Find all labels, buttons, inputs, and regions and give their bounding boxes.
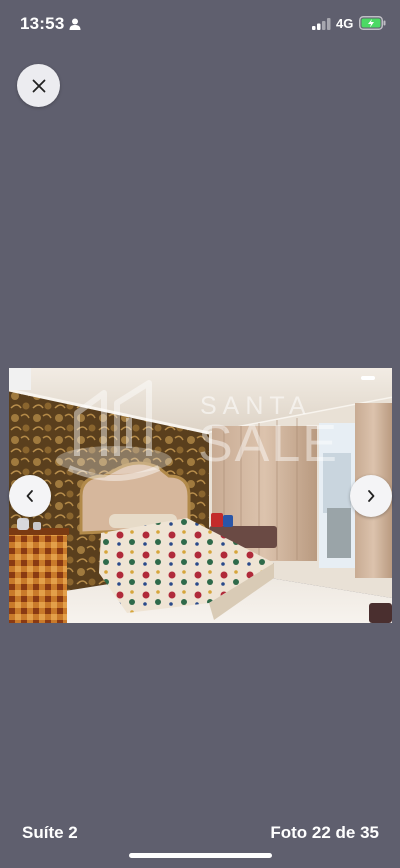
person-icon xyxy=(69,17,81,30)
status-time: 13:53 xyxy=(20,14,65,33)
chevron-right-icon xyxy=(368,490,375,502)
next-photo-button[interactable] xyxy=(350,475,392,517)
status-bar: 13:53 4G xyxy=(0,0,400,48)
watermark-bottom: SALE xyxy=(198,415,339,473)
previous-photo-button[interactable] xyxy=(9,475,51,517)
chevron-left-icon xyxy=(26,490,33,502)
network-label: 4G xyxy=(336,16,354,31)
photo-caption: Suíte 2 xyxy=(22,823,78,842)
home-indicator[interactable] xyxy=(129,853,272,858)
close-button[interactable] xyxy=(17,64,60,107)
signal-icon xyxy=(312,17,332,30)
photo-counter: Foto 22 de 35 xyxy=(270,823,379,842)
close-icon xyxy=(32,79,45,92)
battery-charging-icon xyxy=(359,16,386,30)
